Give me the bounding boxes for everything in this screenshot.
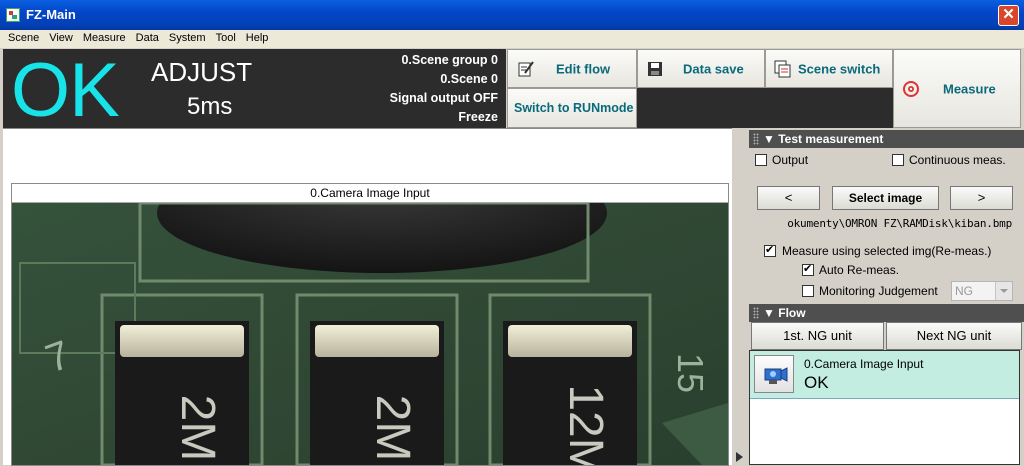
right-panel: ▼ Test measurement Output Continuous mea…	[749, 128, 1024, 465]
svg-text:2M: 2M	[366, 395, 419, 462]
scene-switch-button[interactable]: Scene switch	[765, 49, 893, 88]
floppy-disk-icon	[648, 61, 662, 76]
edit-flow-button[interactable]: Edit flow	[507, 49, 637, 88]
next-ng-unit-button[interactable]: Next NG unit	[886, 322, 1022, 350]
scene-switch-label: Scene switch	[798, 61, 881, 76]
measure-time: 5ms	[187, 93, 233, 120]
toolbar-background	[637, 88, 893, 128]
measure-selected-label: Measure using selected img(Re-meas.)	[782, 244, 992, 258]
menu-tool[interactable]: Tool	[211, 30, 241, 48]
svg-text:15: 15	[670, 353, 711, 393]
menu-scene[interactable]: Scene	[3, 30, 44, 48]
monitoring-judgement-value: NG	[955, 284, 973, 298]
close-icon: ✕	[1002, 6, 1015, 23]
camera-icon	[754, 355, 794, 393]
auto-remeas-label: Auto Re-meas.	[819, 263, 900, 277]
menu-data[interactable]: Data	[131, 30, 164, 48]
flow-header[interactable]: ▼ Flow	[749, 304, 1024, 322]
image-area: 0.Camera Image Input 2M 2M 12M 7 15	[3, 128, 749, 466]
switch-runmode-button[interactable]: Switch to RUNmode	[507, 88, 637, 128]
monitoring-judgement-label: Monitoring Judgement	[819, 284, 938, 298]
svg-text:12M: 12M	[559, 384, 612, 465]
mode-label: ADJUST	[151, 57, 253, 87]
chevron-down-icon	[995, 282, 1012, 300]
test-measurement-header[interactable]: ▼ Test measurement	[749, 130, 1024, 148]
scene-group-label: 0.Scene group 0	[401, 53, 498, 67]
menu-view[interactable]: View	[44, 30, 78, 48]
flow-list: 0.Camera Image Input OK	[749, 350, 1020, 465]
pcb-image: 2M 2M 12M 7 15	[12, 203, 728, 465]
scene-label: 0.Scene 0	[440, 72, 498, 86]
svg-text:2M: 2M	[171, 395, 224, 462]
output-label: Output	[772, 153, 809, 167]
menu-measure[interactable]: Measure	[78, 30, 131, 48]
panel-splitter[interactable]	[732, 128, 749, 465]
menu-bar: Scene View Measure Data System Tool Help	[0, 30, 1024, 48]
signal-output-label: Signal output OFF	[389, 91, 498, 105]
overall-result: OK	[11, 48, 120, 133]
scene-switch-icon	[774, 60, 791, 77]
data-save-button[interactable]: Data save	[637, 49, 765, 88]
freeze-label: Freeze	[458, 110, 498, 124]
expand-arrow-icon[interactable]	[736, 452, 743, 462]
flow-item[interactable]: 0.Camera Image Input OK	[750, 351, 1019, 399]
window-title: FZ-Main	[26, 7, 76, 22]
monitoring-judgement-select[interactable]: NG	[951, 281, 1013, 301]
collapse-arrow-icon: ▼	[763, 132, 775, 146]
auto-remeas-checkbox[interactable]	[802, 262, 814, 276]
measure-button[interactable]: Measure	[893, 49, 1021, 128]
collapse-arrow-icon: ▼	[763, 306, 775, 320]
continuous-meas-label: Continuous meas.	[909, 153, 1006, 167]
app-icon	[6, 8, 20, 22]
measure-label: Measure	[943, 81, 996, 96]
prev-image-button[interactable]: <	[757, 186, 820, 210]
test-measurement-title: Test measurement	[778, 132, 884, 146]
flow-item-result: OK	[804, 373, 829, 392]
next-image-button[interactable]: >	[950, 186, 1013, 210]
close-button[interactable]: ✕	[998, 5, 1019, 26]
data-save-label: Data save	[683, 61, 744, 76]
flow-item-name: 0.Camera Image Input	[804, 357, 924, 371]
menu-help[interactable]: Help	[241, 30, 274, 48]
camera-image[interactable]: 2M 2M 12M 7 15	[12, 203, 728, 465]
grip-icon	[753, 307, 759, 319]
select-image-button[interactable]: Select image	[832, 186, 939, 210]
monitoring-judgement-checkbox[interactable]	[802, 285, 814, 297]
output-checkbox[interactable]	[755, 154, 767, 166]
title-bar: FZ-Main ✕	[0, 0, 1024, 30]
first-ng-unit-button[interactable]: 1st. NG unit	[751, 322, 884, 350]
image-path: okumenty\OMRON FZ\RAMDisk\kiban.bmp	[787, 217, 1012, 230]
edit-flow-icon	[518, 60, 534, 76]
continuous-meas-checkbox[interactable]	[892, 154, 904, 166]
flow-title: Flow	[778, 306, 806, 320]
edit-flow-label: Edit flow	[556, 61, 611, 76]
camera-image-window: 0.Camera Image Input 2M 2M 12M 7 15	[11, 183, 729, 466]
grip-icon	[753, 133, 759, 145]
image-window-title: 0.Camera Image Input	[12, 184, 728, 203]
switch-runmode-label: Switch to RUNmode	[514, 101, 634, 115]
measure-target-icon	[903, 80, 919, 97]
status-panel: OK ADJUST 5ms 0.Scene group 0 0.Scene 0 …	[3, 48, 506, 133]
menu-system[interactable]: System	[164, 30, 211, 48]
measure-selected-checkbox[interactable]	[764, 243, 776, 257]
